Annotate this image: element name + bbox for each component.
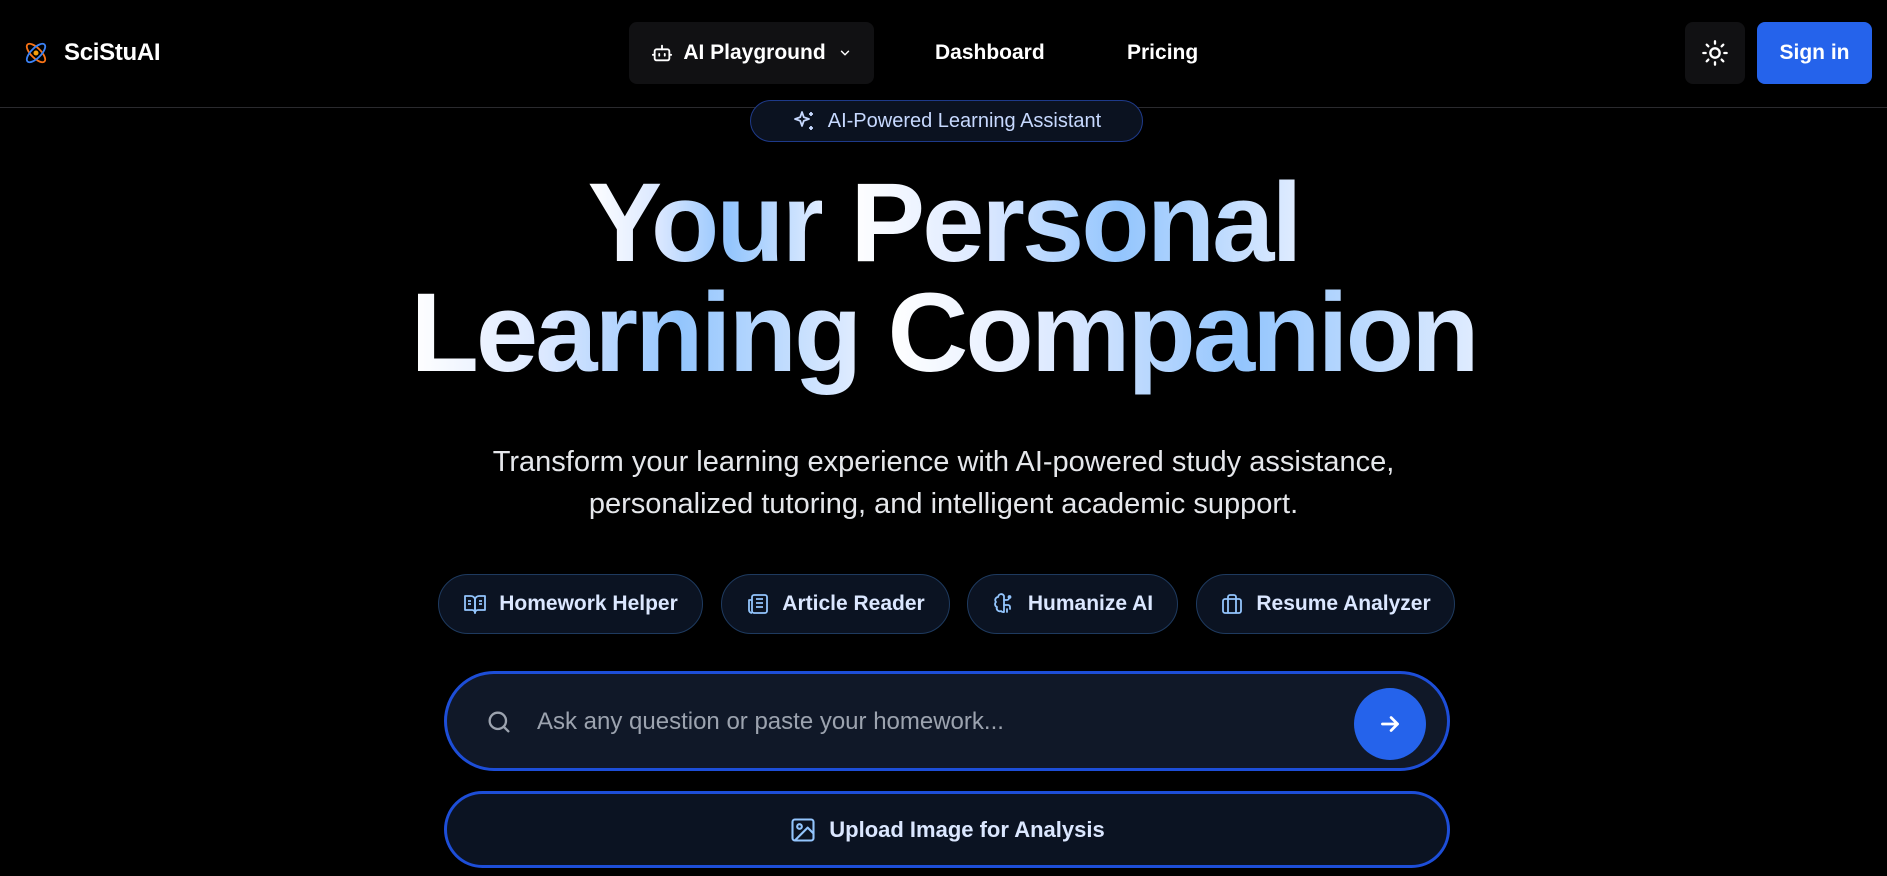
hero-badge-label: AI-Powered Learning Assistant [827, 109, 1102, 132]
sun-icon [1702, 40, 1728, 66]
feature-chip-homework-helper[interactable]: Homework Helper [438, 574, 703, 634]
brain-icon [994, 593, 1012, 613]
hero-subtitle-line: Transform your learning experience with … [492, 446, 1395, 478]
feature-chip-label: Article Reader [782, 592, 925, 615]
nav-pricing-link[interactable]: Pricing [1127, 22, 1198, 84]
sparkles-icon [793, 111, 813, 130]
hero-title-word: Learning [410, 270, 862, 395]
sign-in-button[interactable]: Sign in [1757, 22, 1872, 84]
newspaper-icon [748, 594, 769, 614]
hero-title-word: Companion [887, 270, 1480, 395]
submit-question-button[interactable] [1354, 688, 1426, 760]
hero-title: Your Personal Learning Companion [0, 167, 1887, 389]
upload-image-button[interactable]: Upload Image for Analysis [444, 791, 1450, 868]
hero-title-word: Your [587, 160, 825, 285]
question-search-bar [444, 671, 1450, 771]
atom-icon [25, 42, 47, 64]
feature-chip-label: Resume Analyzer [1256, 592, 1431, 615]
search-icon [488, 711, 510, 733]
feature-chip-label: Humanize AI [1027, 592, 1154, 615]
feature-chip-humanize-ai[interactable]: Humanize AI [967, 574, 1178, 634]
feature-chip-article-reader[interactable]: Article Reader [721, 574, 950, 634]
book-open-icon [464, 595, 487, 614]
bot-icon [652, 44, 673, 62]
arrow-right-icon [1381, 716, 1399, 732]
feature-chip-resume-analyzer[interactable]: Resume Analyzer [1196, 574, 1455, 634]
hero-badge: AI-Powered Learning Assistant [750, 100, 1143, 142]
nav-dashboard-link[interactable]: Dashboard [935, 22, 1045, 84]
upload-image-label: Upload Image for Analysis [829, 816, 1105, 842]
theme-toggle-button[interactable] [1685, 22, 1745, 84]
hero-subtitle: Transform your learning experience with … [0, 441, 1887, 525]
hero-title-word: Personal [850, 160, 1302, 285]
nav-ai-playground-label: AI Playground [683, 41, 826, 64]
chevron-down-icon [840, 50, 849, 56]
top-navbar: SciStuAI AI Playground Dashboard Pricing… [0, 0, 1887, 108]
image-icon [791, 817, 815, 842]
briefcase-icon [1222, 594, 1243, 614]
feature-chip-label: Homework Helper [499, 592, 678, 615]
question-input[interactable] [537, 694, 1297, 750]
brand-logo[interactable]: SciStuAI [22, 38, 161, 68]
nav-ai-playground-dropdown[interactable]: AI Playground [629, 22, 874, 84]
brand-name: SciStuAI [64, 39, 161, 66]
hero-subtitle-line: personalized tutoring, and intelligent a… [588, 488, 1299, 520]
